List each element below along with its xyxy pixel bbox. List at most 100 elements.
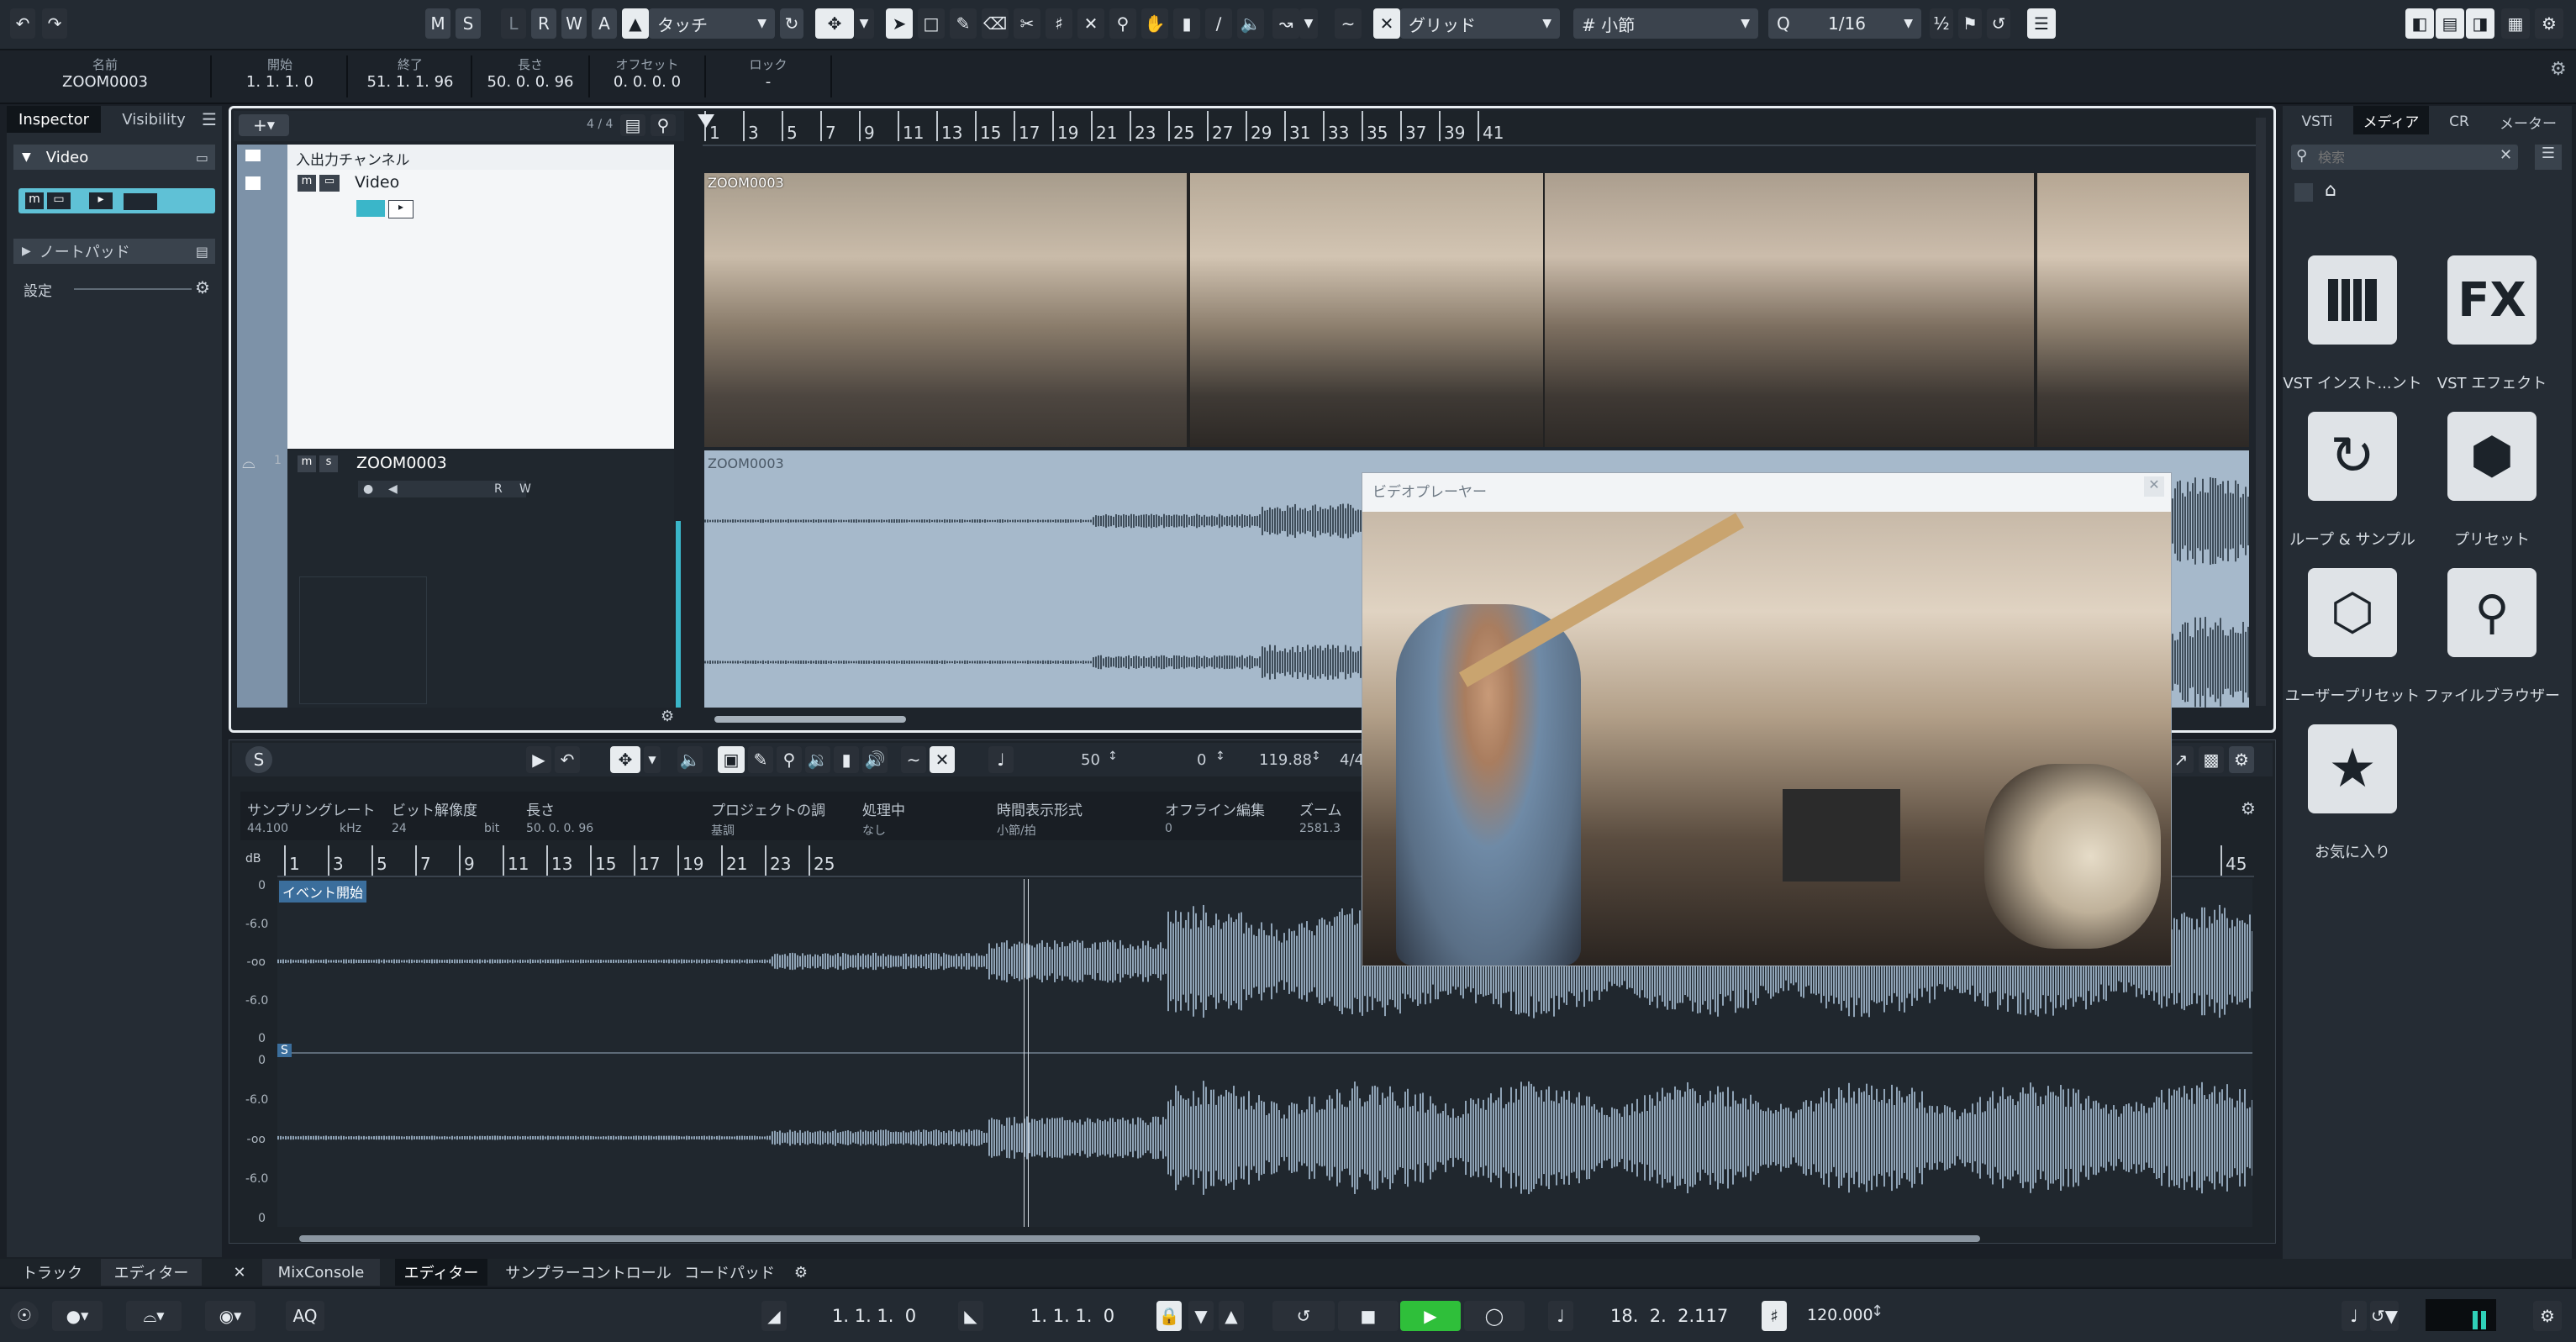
info-lock-value[interactable]: - bbox=[709, 73, 827, 91]
arrange-scrollbar[interactable] bbox=[714, 716, 906, 723]
close-icon[interactable]: ✕ bbox=[2144, 476, 2164, 497]
tab-chord-pads[interactable]: コードパッド bbox=[681, 1259, 778, 1286]
info-name-value[interactable]: ZOOM0003 bbox=[0, 73, 210, 91]
info-column-value[interactable]: なし bbox=[862, 822, 886, 839]
search-icon[interactable]: ⚲ bbox=[651, 114, 676, 136]
split-tool-icon[interactable]: ✂ bbox=[1014, 8, 1040, 39]
right-locator-icon[interactable]: ◣ bbox=[958, 1301, 983, 1331]
mute-icon[interactable]: m bbox=[25, 192, 44, 209]
user-preset-icon[interactable]: ⬡ bbox=[2308, 568, 2397, 657]
mode-a-button[interactable]: A bbox=[592, 8, 617, 39]
speaker-icon[interactable]: 🔈 bbox=[677, 746, 703, 773]
redo-icon[interactable]: ↷ bbox=[42, 8, 67, 39]
video-player-window[interactable]: ビデオプレーヤー ✕ bbox=[1362, 472, 2172, 966]
volume-icon[interactable]: 🔊 bbox=[862, 746, 888, 773]
tab-cr[interactable]: CR bbox=[2434, 109, 2484, 134]
gear-icon[interactable]: ⚙ bbox=[2229, 746, 2254, 773]
editor-scrollbar[interactable] bbox=[299, 1235, 1980, 1242]
tab-vsti[interactable]: VSTi bbox=[2288, 109, 2347, 134]
record-mode-icon[interactable]: ● ▼ bbox=[52, 1301, 103, 1331]
grid-type-select[interactable]: グリッド ▼ bbox=[1400, 8, 1560, 39]
gear-icon[interactable]: ⚙ bbox=[788, 1259, 814, 1286]
home-icon[interactable]: ⌂ bbox=[2325, 180, 2336, 201]
snap-on-icon[interactable]: ✕ bbox=[1373, 8, 1400, 39]
inspector-track-header[interactable]: ▼ Video ▭ bbox=[13, 145, 215, 170]
mode-mute-button[interactable]: M bbox=[425, 8, 450, 39]
editor-signature[interactable]: 4/4 bbox=[1340, 751, 1364, 769]
undo-icon[interactable]: ↶ bbox=[10, 8, 35, 39]
window-icon[interactable]: ▩ bbox=[2199, 746, 2224, 773]
piano-keys-icon[interactable] bbox=[2308, 255, 2397, 345]
apply-quantize-icon[interactable]: ⚑ bbox=[1958, 8, 1982, 39]
info-start-value[interactable]: 1. 1. 1. 0 bbox=[217, 73, 343, 91]
video-strip-icon[interactable] bbox=[123, 192, 158, 211]
snap-mode-icon[interactable]: ✥ bbox=[610, 746, 640, 773]
tab-meter[interactable]: メーター bbox=[2488, 109, 2568, 134]
editor-playhead[interactable] bbox=[1024, 879, 1029, 1227]
tab-inspector[interactable]: Inspector bbox=[7, 106, 101, 133]
glue-tool-icon[interactable]: ♯ bbox=[1046, 8, 1072, 39]
video-thumb-icon[interactable]: ▸ bbox=[388, 200, 414, 218]
tab-mixconsole[interactable]: MixConsole bbox=[262, 1259, 380, 1286]
play-button[interactable]: ▶ bbox=[1400, 1301, 1461, 1331]
chevron-down-icon[interactable]: ▼ bbox=[644, 746, 661, 773]
stop-button[interactable]: ■ bbox=[1338, 1301, 1399, 1331]
chevron-down-icon[interactable]: ▼ bbox=[1299, 8, 1318, 39]
stepper-icon[interactable]: ↕ bbox=[1871, 1303, 1883, 1320]
mode-solo-button[interactable]: S bbox=[456, 8, 481, 39]
metronome-icon[interactable]: ♩ bbox=[1548, 1301, 1573, 1331]
waveform-mode-icon[interactable]: ⌓ ▼ bbox=[126, 1301, 182, 1331]
stepper-icon[interactable]: ↕ bbox=[1311, 750, 1321, 763]
record-icon[interactable]: ● bbox=[363, 482, 373, 496]
hexagons-icon[interactable]: ⬢ bbox=[2447, 412, 2536, 501]
arrange-ruler[interactable]: 1 3 5 7 9 11 13 15 17 19 21 23 25 27 29 31 33 35 37 39 41 bbox=[703, 111, 2259, 146]
stepper-icon[interactable]: ↕ bbox=[1108, 750, 1118, 763]
monitor-icon[interactable]: ◀ bbox=[388, 482, 398, 496]
tab-visibility[interactable]: Visibility bbox=[104, 106, 203, 133]
gear-icon[interactable]: ⚙ bbox=[2533, 1301, 2562, 1331]
record-button[interactable]: ◯ bbox=[1464, 1301, 1525, 1331]
mute-icon[interactable]: m bbox=[298, 455, 316, 472]
snap-on-icon[interactable]: ✕ bbox=[930, 746, 955, 773]
add-track-button[interactable]: + ▼ bbox=[239, 114, 289, 136]
speaker-tool-icon[interactable]: 🔈 bbox=[1237, 8, 1264, 39]
locator-up-icon[interactable]: ▲ bbox=[1219, 1301, 1244, 1331]
fx-icon[interactable]: FX bbox=[2447, 255, 2536, 345]
metronome-icon[interactable]: ♩ bbox=[988, 746, 1014, 773]
automation-icon[interactable]: ▲ bbox=[622, 8, 649, 39]
info-column-value[interactable]: 基調 bbox=[711, 822, 735, 839]
folder-icon[interactable]: ▭ bbox=[47, 192, 71, 209]
hand-tool-icon[interactable]: ✋ bbox=[1141, 8, 1168, 39]
event-start-marker[interactable]: イベント開始 bbox=[279, 881, 367, 903]
quantize-select[interactable]: Q 1/16 ▼ bbox=[1768, 8, 1921, 39]
info-column-value[interactable]: 2581.3 bbox=[1299, 822, 1341, 835]
zoom-tool-icon[interactable]: ⚲ bbox=[1109, 8, 1136, 39]
punch-icon[interactable]: ◉ ▼ bbox=[205, 1301, 255, 1331]
menu-icon[interactable]: ☰ bbox=[202, 109, 217, 129]
close-icon[interactable]: ✕ bbox=[229, 1259, 250, 1286]
follow-icon[interactable]: ∼ bbox=[901, 746, 926, 773]
clear-icon[interactable]: ✕ bbox=[2500, 146, 2512, 164]
sync-status-icon[interactable]: ↺▼ bbox=[2370, 1301, 2399, 1331]
mode-write-button[interactable]: W bbox=[561, 8, 587, 39]
cycle-button[interactable]: ↺ bbox=[1272, 1301, 1335, 1331]
video-track-row[interactable]: m ▭ Video ▸ bbox=[287, 170, 674, 449]
loop-icon[interactable]: ↻ bbox=[780, 8, 803, 39]
comp-tool-icon[interactable]: ▮ bbox=[834, 746, 859, 773]
gear-icon[interactable]: ⚙ bbox=[2241, 798, 2256, 818]
video-event[interactable]: ZOOM0003 bbox=[704, 173, 2249, 447]
mode-read-button[interactable]: R bbox=[531, 8, 556, 39]
read-icon[interactable]: R bbox=[494, 482, 503, 496]
play-icon[interactable]: ▶ bbox=[526, 746, 551, 773]
tempo-icon[interactable]: ♯ bbox=[1762, 1301, 1787, 1331]
zoom-tool-icon[interactable]: ⚲ bbox=[777, 746, 802, 773]
position-value[interactable]: 18. 2. 2.117 bbox=[1610, 1306, 1728, 1326]
gear-icon[interactable]: ⚙ bbox=[2535, 8, 2563, 39]
tab-editor[interactable]: エディター bbox=[395, 1259, 487, 1286]
info-column-value[interactable]: 24 bbox=[392, 822, 407, 835]
gear-icon[interactable]: ⚙ bbox=[661, 708, 674, 725]
info-column-value[interactable]: 小節/拍 bbox=[997, 822, 1036, 839]
loop-icon[interactable]: ↻ bbox=[2308, 412, 2397, 501]
mute-icon[interactable]: m bbox=[298, 175, 316, 192]
notepad-section[interactable]: ▶ ノートパッド ▤ bbox=[13, 239, 215, 264]
